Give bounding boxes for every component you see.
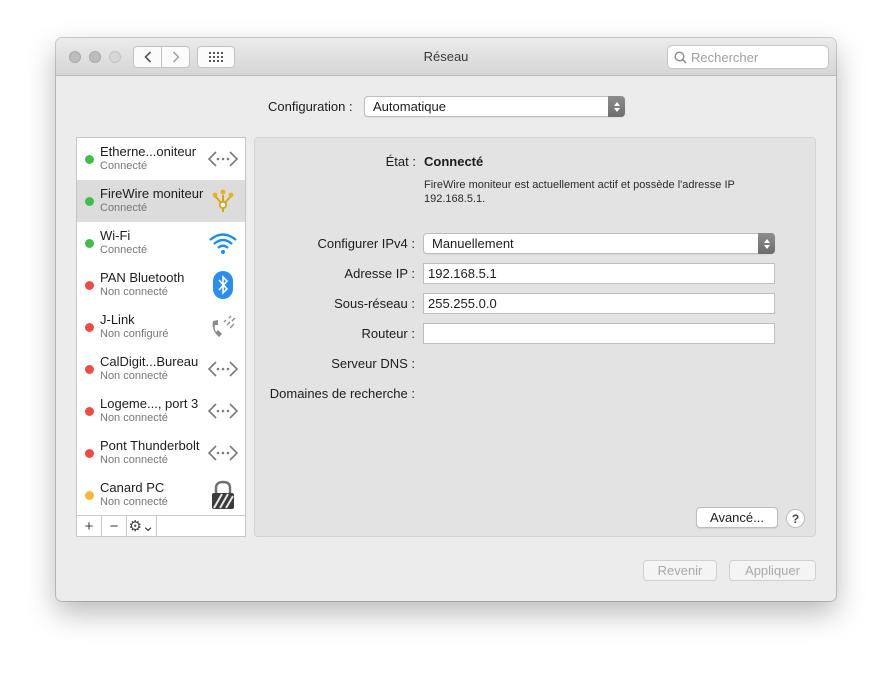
bluetooth-icon	[207, 270, 239, 300]
search-field[interactable]	[667, 45, 829, 69]
status-dot	[85, 323, 94, 332]
phone-icon	[207, 312, 239, 342]
status-dot	[85, 491, 94, 500]
router-label: Routeur :	[361, 326, 415, 341]
service-name: Wi-Fi	[100, 228, 131, 243]
status-dot	[85, 407, 94, 416]
status-dot	[85, 197, 94, 206]
service-item-firewire-moniteur[interactable]: FireWire moniteur Connecté	[77, 180, 245, 222]
search-domains-label: Domaines de recherche :	[269, 386, 415, 401]
service-status: Non connecté	[100, 412, 168, 424]
vpn-lock-icon	[207, 480, 239, 510]
service-status: Non connecté	[100, 454, 168, 466]
subnet-label: Sous-réseau :	[334, 296, 415, 311]
service-item-pont-thunderbolt[interactable]: Pont Thunderbolt Non connecté	[77, 432, 245, 474]
status-dot	[85, 449, 94, 458]
status-dot	[85, 155, 94, 164]
advanced-button[interactable]: Avancé...	[696, 507, 778, 528]
service-list: Etherne...oniteur Connecté FireWire moni…	[76, 137, 246, 537]
ethernet-icon	[207, 438, 239, 468]
search-input[interactable]	[691, 49, 821, 65]
service-item-logement-port-3[interactable]: Logeme..., port 3 Non connecté	[77, 390, 245, 432]
state-value: Connecté	[424, 154, 484, 169]
service-name: FireWire moniteur	[100, 186, 204, 201]
firewire-icon	[207, 186, 239, 216]
service-detail-panel: État : Connecté FireWire moniteur est ac…	[254, 137, 816, 537]
service-status: Non connecté	[100, 286, 168, 298]
updown-arrows-icon	[608, 96, 625, 117]
apply-button[interactable]: Appliquer	[729, 560, 816, 581]
subnet-field[interactable]: 255.255.0.0	[423, 293, 775, 314]
ip-address-label: Adresse IP :	[344, 266, 415, 281]
service-status: Connecté	[100, 244, 148, 256]
service-status: Non connecté	[100, 370, 168, 382]
status-dot	[85, 365, 94, 374]
search-icon	[674, 50, 687, 64]
status-dot	[85, 239, 94, 248]
service-status: Connecté	[100, 202, 148, 214]
gear-menu-button[interactable]: ⚙⌄	[127, 516, 157, 536]
ethernet-icon	[207, 354, 239, 384]
revert-button[interactable]: Revenir	[643, 560, 717, 581]
service-name: Canard PC	[100, 480, 165, 495]
ip-address-field[interactable]: 192.168.5.1	[423, 263, 775, 284]
service-name: CalDigit...Bureau	[100, 354, 199, 369]
titlebar: Réseau	[56, 38, 836, 76]
service-status: Non connecté	[100, 496, 168, 508]
service-name: J-Link	[100, 312, 135, 327]
router-field[interactable]	[423, 323, 775, 344]
service-item-ethernet-moniteur[interactable]: Etherne...oniteur Connecté	[77, 138, 245, 180]
service-item-caldigit-bureau[interactable]: CalDigit...Bureau Non connecté	[77, 348, 245, 390]
network-preferences-window: Réseau Configuration : Automatique Ether…	[56, 38, 836, 601]
remove-service-button[interactable]: −	[102, 516, 127, 536]
status-dot	[85, 281, 94, 290]
updown-arrows-icon	[758, 233, 775, 254]
configuration-label: Configuration :	[268, 99, 353, 114]
service-item-j-link[interactable]: J-Link Non configuré	[77, 306, 245, 348]
service-name: Pont Thunderbolt	[100, 438, 200, 453]
service-list-toolbar: + − ⚙⌄	[77, 515, 245, 536]
wifi-icon	[207, 228, 239, 258]
service-item-wifi[interactable]: Wi-Fi Connecté	[77, 222, 245, 264]
service-name: Etherne...oniteur	[100, 144, 197, 159]
service-name: PAN Bluetooth	[100, 270, 185, 285]
ethernet-icon	[207, 396, 239, 426]
add-service-button[interactable]: +	[77, 516, 102, 536]
service-status: Non configuré	[100, 328, 169, 340]
state-label: État :	[385, 154, 416, 169]
ethernet-icon	[207, 144, 239, 174]
service-name: Logeme..., port 3	[100, 396, 199, 411]
service-status: Connecté	[100, 160, 148, 172]
help-button[interactable]: ?	[786, 509, 805, 528]
configuration-popup[interactable]: Automatique	[364, 96, 625, 117]
ipv4-popup[interactable]: Manuellement	[423, 233, 775, 254]
dns-server-label: Serveur DNS :	[331, 356, 415, 371]
state-description: FireWire moniteur est actuellement actif…	[424, 179, 735, 205]
ipv4-value: Manuellement	[432, 236, 514, 251]
service-item-pan-bluetooth[interactable]: PAN Bluetooth Non connecté	[77, 264, 245, 306]
service-item-canard-pc[interactable]: Canard PC Non connecté	[77, 474, 245, 516]
ipv4-label: Configurer IPv4 :	[317, 236, 415, 251]
configuration-value: Automatique	[373, 99, 446, 114]
